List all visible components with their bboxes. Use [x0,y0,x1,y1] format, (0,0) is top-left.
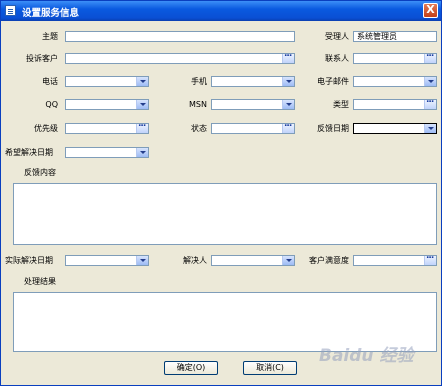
phone-label: 电话 [42,77,58,86]
subject-label: 主题 [42,32,58,41]
status-field[interactable] [211,119,295,134]
cancel-button[interactable]: 取消(C) [243,361,297,375]
contact-field[interactable] [353,49,437,64]
email-field[interactable] [353,76,437,87]
complaint-customer-field[interactable] [65,49,295,64]
expected-resolve-date-label: 希望解决日期 [5,148,53,157]
ok-button[interactable]: 确定(O) [164,361,218,375]
actual-resolve-date-field[interactable] [65,255,149,266]
actual-resolve-date-dropdown-button[interactable] [136,256,148,265]
handler-value: 系统管理员 [357,32,397,41]
mobile-label: 手机 [191,77,207,86]
email-label: 电子邮件 [317,77,349,86]
result-label: 处理结果 [24,277,56,286]
mobile-dropdown-button[interactable] [282,77,294,86]
feedback-date-label: 反馈日期 [317,124,349,133]
close-button[interactable]: X [423,3,438,18]
feedback-date-dropdown-button[interactable] [424,124,436,133]
window-icon [5,5,16,16]
watermark: Baidu 经验 [319,346,414,366]
complaint-customer-label: 投诉客户 [26,54,58,63]
feedback-date-field[interactable] [353,123,437,134]
expected-resolve-date-field[interactable] [65,147,149,158]
phone-dropdown-button[interactable] [136,77,148,86]
priority-label: 优先级 [34,124,58,133]
expected-resolve-date-dropdown-button[interactable] [136,148,148,157]
status-label: 状态 [191,124,207,133]
priority-browse-button[interactable] [136,119,148,133]
type-field[interactable] [353,95,437,110]
handler-label: 受理人 [325,32,349,41]
qq-label: QQ [45,100,58,109]
resolver-field[interactable] [211,255,295,266]
window-title: 设置服务信息 [22,8,80,19]
phone-field[interactable] [65,76,149,87]
feedback-content-label: 反馈内容 [24,168,56,177]
qq-field[interactable] [65,99,149,110]
contact-browse-button[interactable] [424,49,436,63]
handler-field[interactable]: 系统管理员 [353,31,437,42]
mobile-field[interactable] [211,76,295,87]
email-dropdown-button[interactable] [424,77,436,86]
complaint-customer-browse-button[interactable] [282,49,294,63]
subject-field[interactable] [65,31,295,42]
status-browse-button[interactable] [282,119,294,133]
dialog-window: 设置服务信息 X 主题 受理人 系统管理员 投诉客户 联系人 电话 手机 电子邮… [0,0,442,386]
qq-dropdown-button[interactable] [136,100,148,109]
msn-label: MSN [189,100,207,109]
type-label: 类型 [333,100,349,109]
resolver-label: 解决人 [183,256,207,265]
satisfaction-browse-button[interactable] [424,251,436,265]
satisfaction-field[interactable] [353,251,437,266]
satisfaction-label: 客户满意度 [309,256,349,265]
actual-resolve-date-label: 实际解决日期 [5,256,53,265]
contact-label: 联系人 [325,54,349,63]
priority-field[interactable] [65,119,149,134]
msn-dropdown-button[interactable] [282,100,294,109]
title-bar[interactable]: 设置服务信息 X [1,1,441,21]
msn-field[interactable] [211,99,295,110]
feedback-content-textarea[interactable] [13,183,437,245]
type-browse-button[interactable] [424,95,436,109]
resolver-dropdown-button[interactable] [282,256,294,265]
